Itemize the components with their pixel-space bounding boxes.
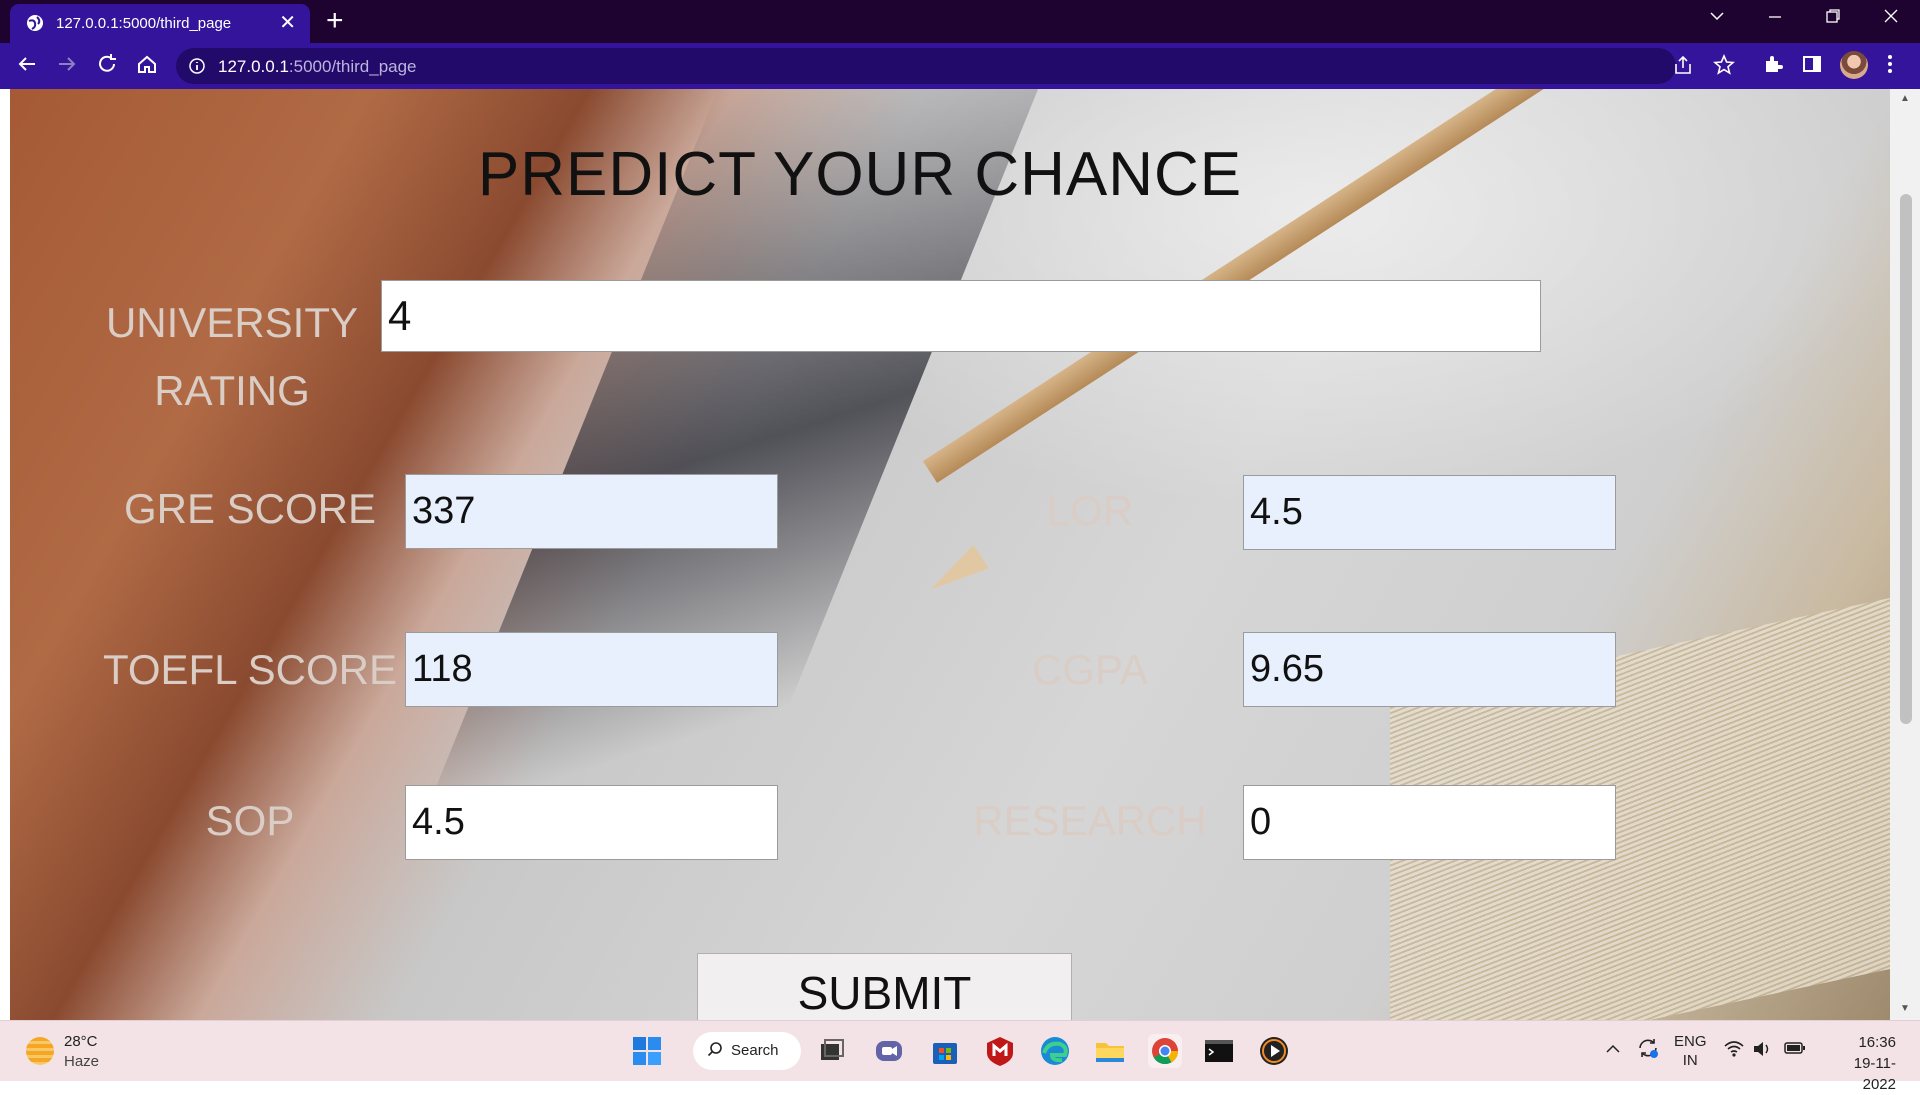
more-menu-icon[interactable] [1886,53,1894,82]
url-path: :5000/third_page [288,57,417,76]
university-rating-label-line1: UNIVERSITY [105,299,359,346]
profile-avatar[interactable] [1840,51,1868,79]
language-line1: ENG [1674,1033,1707,1050]
sop-input[interactable] [405,785,778,860]
wifi-icon[interactable] [1724,1040,1744,1062]
page-title: PREDICT YOUR CHANCE [477,140,1243,209]
cgpa-label: CGPA [1032,646,1148,693]
minimize-icon[interactable] [1766,6,1784,32]
background-book-edge [341,89,1039,1020]
tab-search-chevron-icon[interactable] [1708,6,1726,32]
browser-toolbar: 127.0.0.1:5000/third_page [0,43,1920,89]
reload-icon[interactable] [96,53,118,81]
url-host: 127.0.0.1 [218,57,289,76]
university-rating-label: UNIVERSITY RATING [92,289,372,425]
back-arrow-icon[interactable] [16,53,38,81]
lor-input[interactable] [1243,475,1616,550]
bookmark-star-icon[interactable] [1713,53,1735,83]
research-input[interactable] [1243,785,1616,860]
file-explorer-icon[interactable] [1093,1034,1127,1068]
teams-chat-icon[interactable] [872,1034,906,1068]
university-rating-label-line2: RATING [154,367,310,414]
tab-title: 127.0.0.1:5000/third_page [56,15,232,32]
terminal-icon[interactable] [1202,1034,1236,1068]
scroll-up-arrow-icon[interactable]: ▲ [1900,93,1910,104]
volume-icon[interactable] [1752,1040,1772,1062]
scrollbar-thumb[interactable] [1900,194,1912,724]
restore-icon[interactable] [1824,6,1842,32]
close-window-icon[interactable] [1882,6,1900,32]
clock-date: 19-11-2022 [1853,1055,1896,1093]
scroll-down-arrow-icon[interactable]: ▼ [1900,1003,1910,1014]
page-content: PREDICT YOUR CHANCE UNIVERSITY RATING GR… [10,89,1890,1020]
home-icon[interactable] [136,53,158,81]
share-icon[interactable] [1672,54,1694,83]
cgpa-input[interactable] [1243,632,1616,707]
weather-condition: Haze [64,1053,100,1070]
research-label: RESEARCH [973,797,1207,844]
new-tab-button[interactable]: + [326,4,344,38]
browser-tab-strip: 127.0.0.1:5000/third_page ✕ + [0,0,1920,43]
side-panel-icon[interactable] [1801,53,1823,82]
haze-weather-icon [26,1037,54,1065]
extensions-puzzle-icon[interactable] [1762,53,1784,82]
weather-temperature: 28°C [64,1033,98,1050]
lor-label: LOR [1046,487,1134,534]
mcafee-icon[interactable] [983,1034,1017,1068]
forward-arrow-icon[interactable] [56,53,78,81]
windows-start-icon[interactable] [630,1034,664,1068]
search-label: Search [731,1042,779,1059]
toefl-score-input[interactable] [405,632,778,707]
battery-icon[interactable] [1784,1041,1806,1059]
windows-taskbar: 28°C Haze Search ENG IN 16:36 19-11-2022 [0,1020,1920,1093]
university-rating-input[interactable] [381,280,1541,352]
url-text: 127.0.0.1:5000/third_page [218,57,417,77]
edge-browser-icon[interactable] [1038,1034,1072,1068]
media-player-icon[interactable] [1257,1034,1291,1068]
background-pencil-tip [923,544,989,602]
page-scrollbar[interactable]: ▲ ▼ [1890,89,1920,1020]
address-bar[interactable]: 127.0.0.1:5000/third_page [176,48,1735,84]
chrome-icon[interactable] [1148,1034,1182,1068]
clock[interactable]: 16:36 19-11-2022 [1824,1032,1896,1095]
search-icon [707,1041,723,1062]
site-info-icon[interactable] [188,57,206,80]
language-indicator[interactable]: ENG IN [1674,1032,1707,1070]
close-tab-icon[interactable]: ✕ [279,13,296,33]
sync-icon[interactable] [1636,1036,1660,1064]
task-view-icon[interactable] [815,1034,849,1068]
taskbar-search[interactable]: Search [693,1032,801,1070]
clock-time: 16:36 [1858,1034,1896,1051]
microsoft-store-icon[interactable] [928,1034,962,1068]
sop-label: SOP [205,797,295,844]
toefl-score-label: TOEFL SCORE [102,646,398,693]
language-line2: IN [1682,1052,1698,1069]
show-hidden-icons-chevron-icon[interactable] [1604,1040,1622,1062]
active-tab[interactable]: 127.0.0.1:5000/third_page ✕ [10,4,310,43]
gre-score-input[interactable] [405,474,778,549]
globe-icon [26,14,44,36]
submit-button[interactable]: SUBMIT [697,953,1072,1020]
gre-score-label: GRE SCORE [123,485,377,532]
